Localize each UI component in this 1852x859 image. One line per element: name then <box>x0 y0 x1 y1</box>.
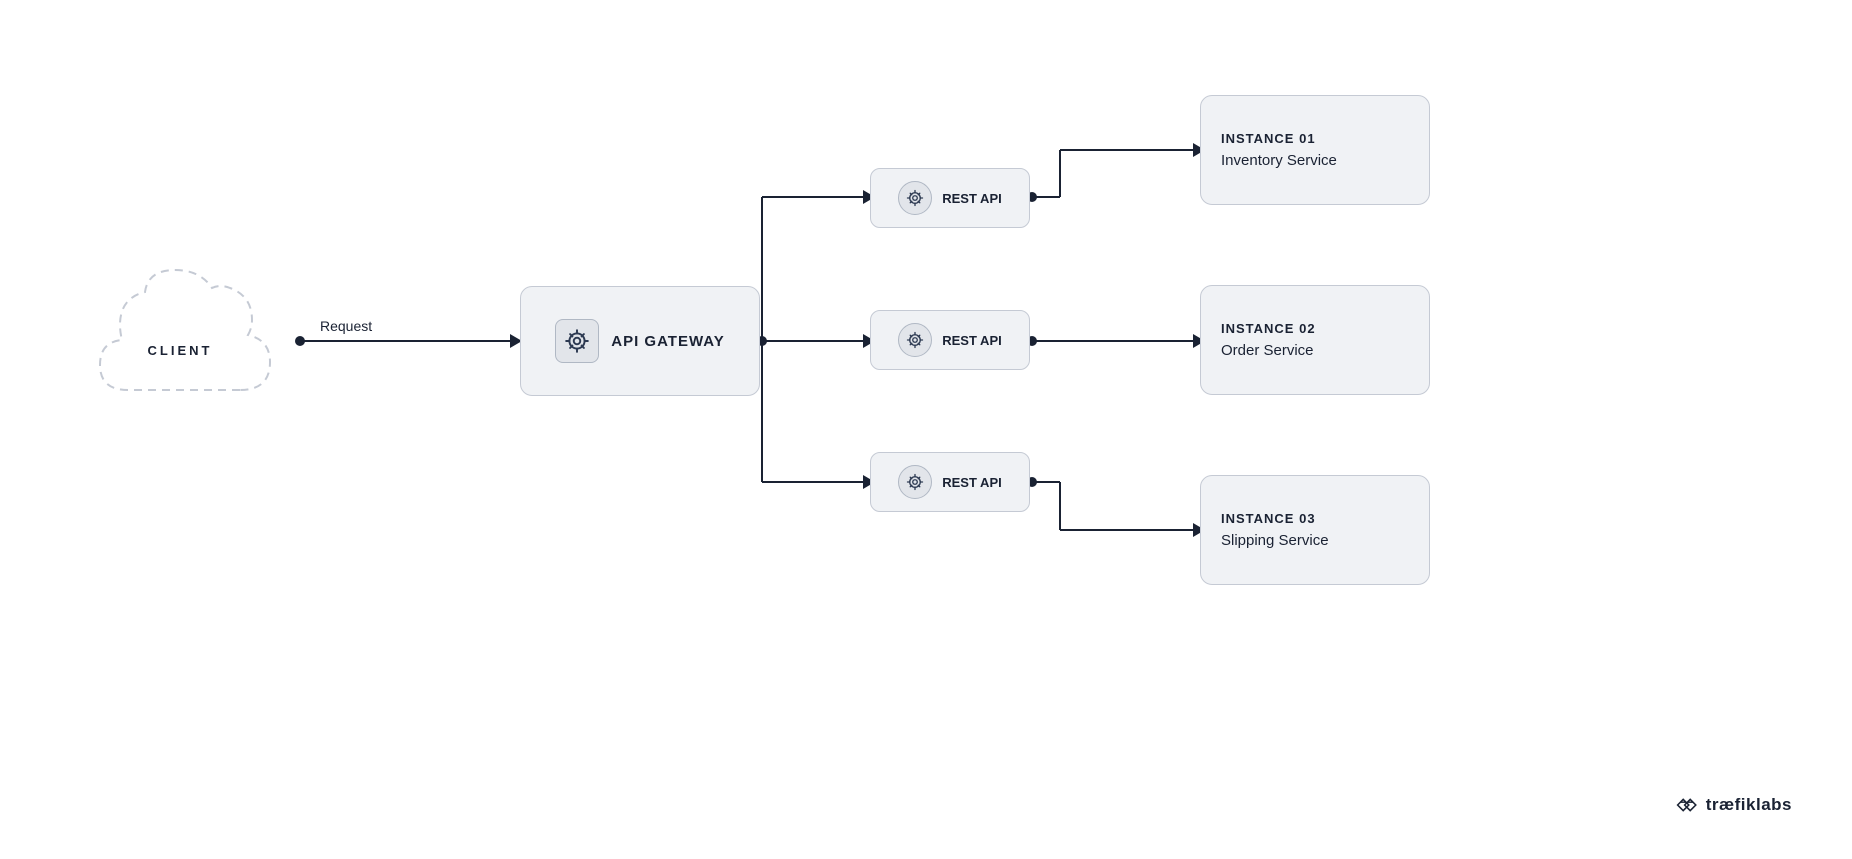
instance-3-box: INSTANCE 03 Slipping Service <box>1200 475 1430 585</box>
diagram-canvas: CLIENT Request API GATEWAY REST API <box>0 0 1852 859</box>
rest-label-1: REST API <box>942 191 1001 206</box>
rest-label-2: REST API <box>942 333 1001 348</box>
rest-icon-1 <box>898 181 932 215</box>
gateway-icon <box>555 319 599 363</box>
instance-2-box: INSTANCE 02 Order Service <box>1200 285 1430 395</box>
instance-1-name: Inventory Service <box>1221 152 1337 169</box>
brand-name: træfiklabs <box>1706 795 1792 815</box>
traefik-logo-icon <box>1672 791 1700 819</box>
client-label: CLIENT <box>148 343 213 358</box>
request-label: Request <box>320 318 372 334</box>
rest-api-2: REST API <box>870 310 1030 370</box>
gateway-label: API GATEWAY <box>611 333 725 350</box>
client-cloud: CLIENT <box>60 260 300 440</box>
rest-api-3: REST API <box>870 452 1030 512</box>
instance-3-number: INSTANCE 03 <box>1221 511 1316 526</box>
rest-icon-2 <box>898 323 932 357</box>
rest-icon-3 <box>898 465 932 499</box>
instance-2-number: INSTANCE 02 <box>1221 321 1316 336</box>
rest-api-1: REST API <box>870 168 1030 228</box>
instance-1-box: INSTANCE 01 Inventory Service <box>1200 95 1430 205</box>
traefik-logo: træfiklabs <box>1672 791 1792 819</box>
api-gateway-box: API GATEWAY <box>520 286 760 396</box>
rest-label-3: REST API <box>942 475 1001 490</box>
instance-1-number: INSTANCE 01 <box>1221 131 1316 146</box>
instance-3-name: Slipping Service <box>1221 532 1329 549</box>
instance-2-name: Order Service <box>1221 342 1314 359</box>
